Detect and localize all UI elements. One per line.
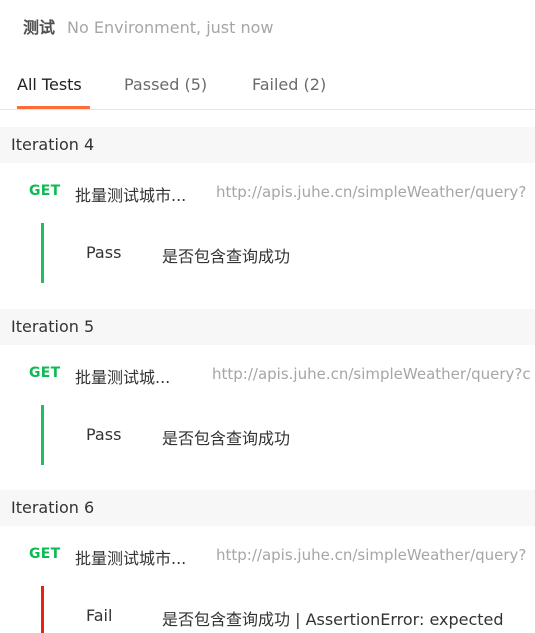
result-tabs: All Tests Passed (5) Failed (2) xyxy=(0,62,535,110)
result-status-bar xyxy=(41,586,44,633)
request-method: GET xyxy=(29,365,61,381)
test-result: Pass 是否包含查询成功 xyxy=(0,223,535,283)
request-row: GET 批量测试城市... http://apis.juhe.cn/simple… xyxy=(0,181,535,205)
result-status: Pass xyxy=(86,425,122,444)
tab-passed[interactable]: Passed (5) xyxy=(124,75,207,94)
request-url: http://apis.juhe.cn/simpleWeather/query?… xyxy=(212,365,531,383)
test-result: Fail 是否包含查询成功 | AssertionError: expected xyxy=(0,586,535,633)
tab-failed[interactable]: Failed (2) xyxy=(252,75,326,94)
request-name[interactable]: 批量测试城市... xyxy=(75,182,186,205)
result-description: 是否包含查询成功 xyxy=(162,247,291,266)
result-description: 是否包含查询成功 xyxy=(162,429,291,448)
run-meta: No Environment, just now xyxy=(67,18,274,37)
collection-name: 测试 xyxy=(23,18,56,37)
active-tab-indicator xyxy=(17,106,90,109)
request-row: GET 批量测试城市... http://apis.juhe.cn/simple… xyxy=(0,544,535,568)
iteration-header: Iteration 4 xyxy=(0,127,535,163)
iteration-title: Iteration 5 xyxy=(11,317,95,336)
result-status: Fail xyxy=(86,606,113,625)
test-result: Pass 是否包含查询成功 xyxy=(0,405,535,465)
result-status-bar xyxy=(41,223,44,283)
request-method: GET xyxy=(29,546,61,562)
request-name[interactable]: 批量测试城... xyxy=(75,364,170,387)
request-url: http://apis.juhe.cn/simpleWeather/query? xyxy=(216,546,527,564)
iteration-header: Iteration 5 xyxy=(0,309,535,345)
tab-all-tests[interactable]: All Tests xyxy=(17,75,82,94)
result-status-bar xyxy=(41,405,44,465)
result-status: Pass xyxy=(86,243,122,262)
result-description: 是否包含查询成功 | AssertionError: expected xyxy=(162,610,504,629)
iteration-title: Iteration 6 xyxy=(11,498,95,517)
request-row: GET 批量测试城... http://apis.juhe.cn/simpleW… xyxy=(0,363,535,387)
test-results-panel: 测试 No Environment, just now All Tests Pa… xyxy=(0,0,535,633)
run-header: 测试 No Environment, just now xyxy=(23,14,274,38)
iteration-header: Iteration 6 xyxy=(0,490,535,526)
iteration-title: Iteration 4 xyxy=(11,135,95,154)
request-url: http://apis.juhe.cn/simpleWeather/query? xyxy=(216,183,527,201)
request-method: GET xyxy=(29,183,61,199)
request-name[interactable]: 批量测试城市... xyxy=(75,545,186,568)
